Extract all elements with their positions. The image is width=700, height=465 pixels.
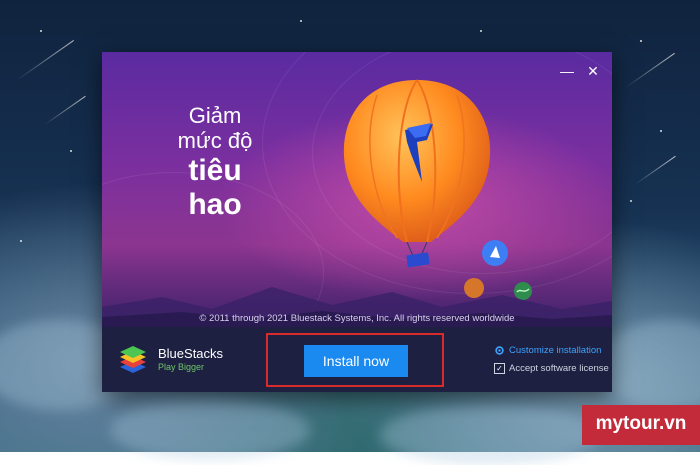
- accent-planet-icon: [482, 240, 508, 266]
- brand-tagline: Play Bigger: [158, 362, 205, 372]
- install-now-button[interactable]: Install now: [304, 345, 408, 377]
- bluestacks-logo: [120, 346, 146, 373]
- banner-headline: Giảm mức độ tiêu hao: [160, 104, 270, 222]
- promo-banner: — ✕ Giảm mức độ tiêu hao © 2011 through …: [102, 52, 612, 374]
- gear-icon: [495, 346, 504, 355]
- install-highlight-box: Install now: [266, 333, 444, 387]
- installer-footer: BlueStacks Play Bigger Install now Custo…: [102, 327, 612, 392]
- accept-license-row[interactable]: ✓ Accept software license: [494, 363, 609, 374]
- minimize-button[interactable]: —: [558, 62, 576, 80]
- customize-installation-label[interactable]: Customize installation: [509, 345, 601, 356]
- license-checkbox[interactable]: ✓: [494, 363, 505, 374]
- watermark-text: mytour.vn: [595, 413, 687, 434]
- headline-line-2: mức độ: [177, 128, 253, 153]
- installer-window: — ✕ Giảm mức độ tiêu hao © 2011 through …: [102, 52, 612, 392]
- customize-installation-link[interactable]: Customize installation: [494, 345, 609, 356]
- install-options: Customize installation ✓ Accept software…: [494, 345, 609, 381]
- brand-block: BlueStacks Play Bigger: [158, 346, 223, 372]
- mytour-watermark: mytour.vn: [582, 405, 700, 445]
- copyright-text: © 2011 through 2021 Bluestack Systems, I…: [199, 313, 515, 324]
- headline-line-4: hao: [188, 188, 242, 221]
- close-button[interactable]: ✕: [584, 62, 602, 80]
- headline-line-1: Giảm: [188, 103, 242, 128]
- headline-line-3: tiêu: [188, 154, 242, 187]
- accept-license-label: Accept software license: [509, 363, 609, 374]
- brand-name: BlueStacks: [158, 346, 224, 361]
